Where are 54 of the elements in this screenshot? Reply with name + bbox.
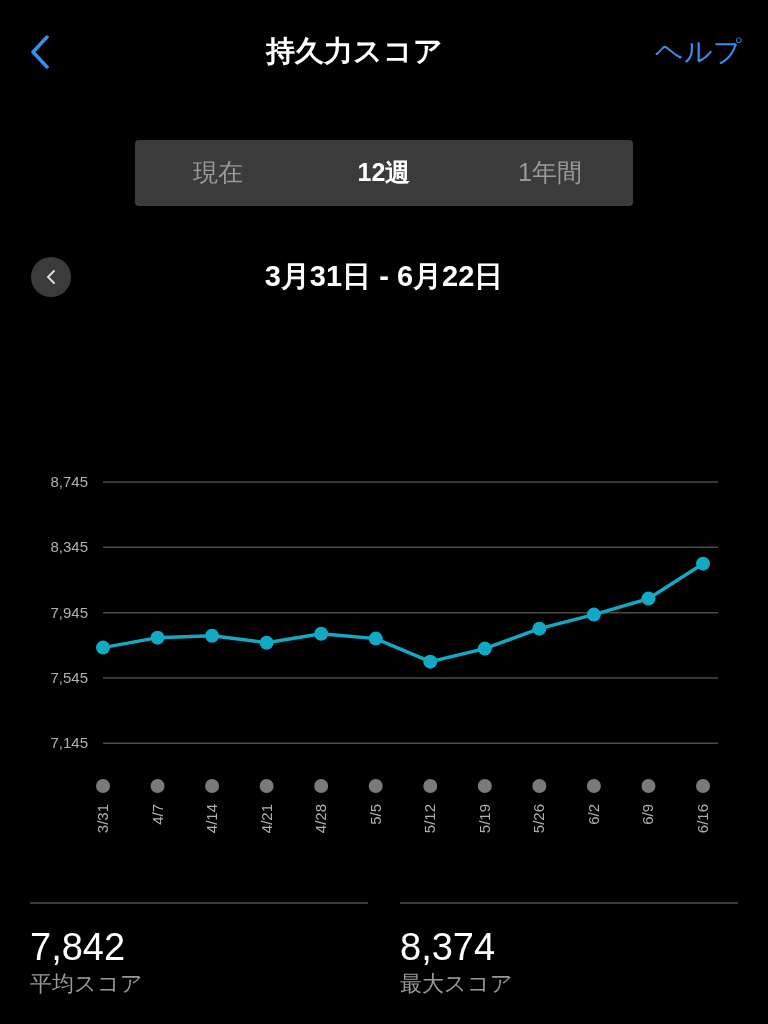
axis-dot (259, 779, 274, 793)
x-axis-label: 4/28 (312, 804, 330, 834)
x-axis-label: 5/12 (421, 804, 439, 834)
x-axis-label: 3/31 (94, 804, 111, 834)
data-point (586, 607, 601, 622)
axis-dot (477, 779, 492, 793)
stat-value: 8,374 (400, 925, 497, 970)
data-point (532, 621, 547, 636)
y-axis-label: 7,145 (50, 734, 88, 752)
previous-period-button[interactable] (31, 257, 71, 297)
x-axis-label: 6/2 (584, 804, 602, 825)
page-title: 持久力スコア (266, 34, 443, 70)
stat-label: 平均スコア (30, 970, 144, 998)
y-axis-label: 8,345 (50, 538, 88, 556)
data-point (641, 591, 656, 606)
data-point (314, 626, 329, 641)
axis-dot (314, 779, 329, 793)
data-point (423, 654, 438, 669)
period-tab[interactable]: 12週 (301, 154, 467, 192)
x-axis-label: 4/7 (148, 804, 166, 825)
stat-value: 7,842 (30, 925, 127, 970)
axis-dot (532, 779, 547, 793)
axis-dot (586, 779, 601, 793)
data-point (368, 631, 383, 646)
date-range: 3月31日 - 6月22日 (264, 259, 504, 295)
period-tab[interactable]: 1年間 (467, 154, 633, 192)
x-axis-label: 5/26 (530, 804, 548, 834)
x-axis-label: 6/9 (639, 804, 657, 825)
axis-dot (696, 779, 710, 793)
axis-dot (150, 779, 165, 793)
y-axis-label: 7,545 (50, 668, 88, 686)
data-point (259, 635, 274, 650)
axis-dot (641, 779, 656, 793)
axis-dot (423, 779, 438, 793)
data-point (205, 628, 220, 643)
period-tab[interactable]: 現在 (135, 154, 301, 192)
data-point (477, 641, 492, 656)
stat-label: 最大スコア (400, 970, 514, 998)
data-point (96, 640, 110, 655)
x-axis-label: 5/5 (366, 804, 384, 825)
chevron-left-icon (46, 269, 56, 285)
x-axis-label: 4/21 (257, 804, 275, 834)
x-axis-label: 4/14 (203, 804, 221, 834)
help-link[interactable]: ヘルプ (655, 31, 742, 73)
x-axis-label: 5/19 (475, 804, 493, 834)
y-axis-label: 8,745 (50, 473, 88, 490)
y-axis-label: 7,945 (50, 603, 88, 621)
data-point (150, 630, 165, 645)
data-point (696, 556, 710, 571)
axis-dot (368, 779, 383, 793)
axis-dot (205, 779, 220, 793)
x-axis-label: 6/16 (694, 804, 711, 834)
back-chevron-icon (30, 35, 50, 69)
axis-dot (96, 779, 110, 793)
